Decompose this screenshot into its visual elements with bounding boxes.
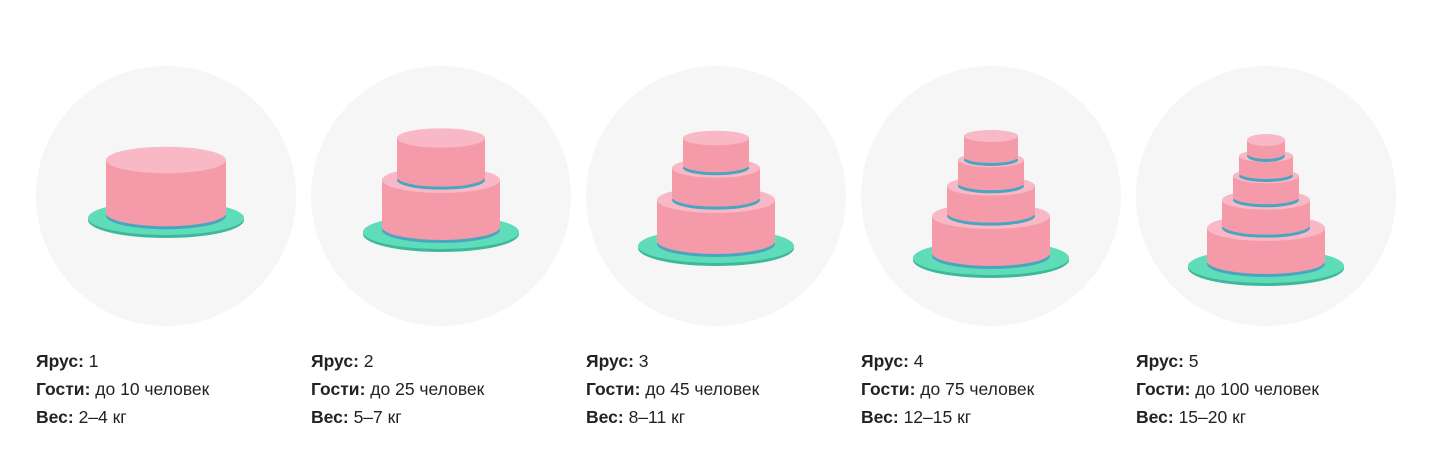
- cake-image-circle: [311, 66, 571, 326]
- weight-line: Вес: 15–20 кг: [1136, 403, 1398, 431]
- three-tier-cake-icon: [638, 130, 794, 266]
- guests-value: до 45 человек: [645, 379, 760, 399]
- tier-value: 2: [363, 351, 374, 371]
- cake-card-2: Ярус: 2 Гости: до 25 человек Вес: 5–7 кг: [311, 66, 573, 431]
- tier-value: 4: [913, 351, 924, 371]
- tier-line: Ярус: 3: [586, 347, 848, 375]
- cake-info: Ярус: 4 Гости: до 75 человек Вес: 12–15 …: [861, 347, 1123, 431]
- guests-label: Гости:: [1136, 379, 1191, 399]
- weight-label: Вес:: [861, 407, 899, 427]
- tier-label: Ярус:: [311, 351, 359, 371]
- tier-line: Ярус: 5: [1136, 347, 1398, 375]
- tier-line: Ярус: 2: [311, 347, 573, 375]
- tier-value: 1: [88, 351, 99, 371]
- cake-info: Ярус: 2 Гости: до 25 человек Вес: 5–7 кг: [311, 347, 573, 431]
- weight-label: Вес:: [311, 407, 349, 427]
- cake-card-1: Ярус: 1 Гости: до 10 человек Вес: 2–4 кг: [36, 66, 298, 431]
- tier-label: Ярус:: [36, 351, 84, 371]
- guests-label: Гости:: [861, 379, 916, 399]
- four-tier-cake-icon: [913, 130, 1069, 278]
- guests-line: Гости: до 25 человек: [311, 375, 573, 403]
- tier-label: Ярус:: [1136, 351, 1184, 371]
- guests-value: до 75 человек: [920, 379, 1035, 399]
- weight-value: 8–11 кг: [628, 407, 686, 427]
- cake-image-circle: [1136, 66, 1396, 326]
- guests-label: Гости:: [36, 379, 91, 399]
- weight-line: Вес: 5–7 кг: [311, 403, 573, 431]
- cake-size-list: Ярус: 1 Гости: до 10 человек Вес: 2–4 кг…: [36, 66, 1406, 446]
- weight-value: 5–7 кг: [353, 407, 402, 427]
- tier-line: Ярус: 4: [861, 347, 1123, 375]
- weight-value: 2–4 кг: [78, 407, 127, 427]
- tier-line: Ярус: 1: [36, 347, 298, 375]
- guests-line: Гости: до 75 человек: [861, 375, 1123, 403]
- cake-info: Ярус: 3 Гости: до 45 человек Вес: 8–11 к…: [586, 347, 848, 431]
- cake-card-4: Ярус: 4 Гости: до 75 человек Вес: 12–15 …: [861, 66, 1123, 431]
- cake-tier: [1247, 134, 1285, 162]
- guests-value: до 100 человек: [1195, 379, 1320, 399]
- guests-line: Гости: до 10 человек: [36, 375, 298, 403]
- guests-label: Гости:: [311, 379, 366, 399]
- weight-line: Вес: 12–15 кг: [861, 403, 1123, 431]
- cake-image-circle: [36, 66, 296, 326]
- weight-label: Вес:: [36, 407, 74, 427]
- guests-label: Гости:: [586, 379, 641, 399]
- weight-label: Вес:: [1136, 407, 1174, 427]
- guests-line: Гости: до 100 человек: [1136, 375, 1398, 403]
- cake-tier: [397, 128, 485, 190]
- cake-card-5: Ярус: 5 Гости: до 100 человек Вес: 15–20…: [1136, 66, 1398, 431]
- weight-label: Вес:: [586, 407, 624, 427]
- guests-value: до 25 человек: [370, 379, 485, 399]
- tier-value: 5: [1188, 351, 1199, 371]
- five-tier-cake-icon: [1188, 134, 1344, 286]
- weight-line: Вес: 8–11 кг: [586, 403, 848, 431]
- cake-tier: [964, 130, 1018, 166]
- tier-label: Ярус:: [861, 351, 909, 371]
- cake-info: Ярус: 1 Гости: до 10 человек Вес: 2–4 кг: [36, 347, 298, 431]
- weight-value: 12–15 кг: [903, 407, 972, 427]
- one-tier-cake-icon: [88, 146, 244, 238]
- cake-tier: [683, 130, 749, 176]
- guests-value: до 10 человек: [95, 379, 210, 399]
- two-tier-cake-icon: [363, 128, 519, 252]
- cake-tier: [106, 146, 226, 230]
- guests-line: Гости: до 45 человек: [586, 375, 848, 403]
- cake-card-3: Ярус: 3 Гости: до 45 человек Вес: 8–11 к…: [586, 66, 848, 431]
- weight-value: 15–20 кг: [1178, 407, 1247, 427]
- weight-line: Вес: 2–4 кг: [36, 403, 298, 431]
- cake-image-circle: [586, 66, 846, 326]
- tier-label: Ярус:: [586, 351, 634, 371]
- cake-info: Ярус: 5 Гости: до 100 человек Вес: 15–20…: [1136, 347, 1398, 431]
- tier-value: 3: [638, 351, 649, 371]
- cake-image-circle: [861, 66, 1121, 326]
